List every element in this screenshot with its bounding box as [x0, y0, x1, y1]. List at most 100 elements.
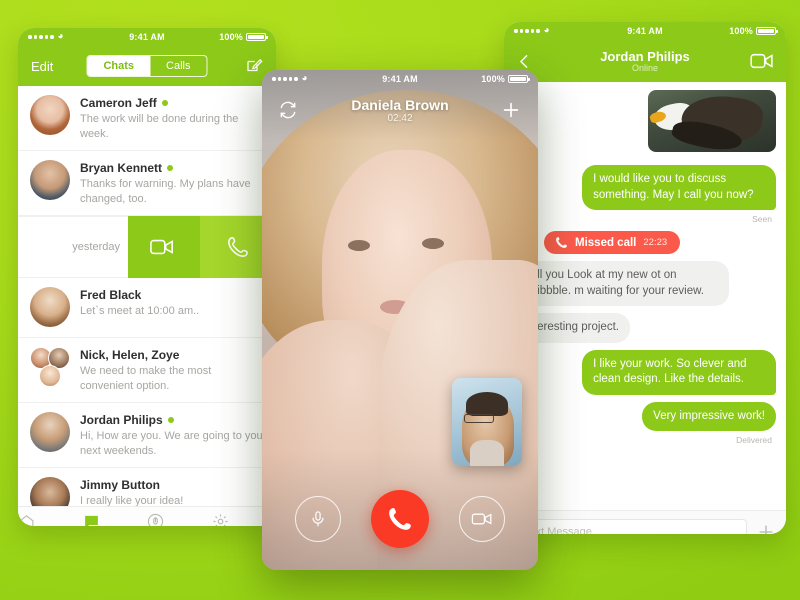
battery-area: 100% — [418, 74, 531, 84]
message-status: Seen — [752, 214, 772, 225]
center-status-bar: ◕ 9:41 AM 100% — [262, 70, 538, 88]
message-row[interactable]: Very impressive work! — [514, 401, 776, 432]
wifi-icon: ◕ — [543, 25, 550, 36]
signal-and-wifi: ◕ — [272, 74, 382, 84]
timestamp: yesterday — [72, 241, 120, 254]
list-item[interactable]: Jordan Philips Hi, How are you. We are g… — [18, 403, 276, 469]
call-nav-bar: Daniela Brown 02:42 — [262, 88, 538, 132]
left-nav-bar: Edit Chats Calls — [18, 46, 276, 86]
list-item[interactable]: Fred Black Let`s meet at 10:00 am.. — [18, 278, 276, 339]
self-video-thumbnail[interactable] — [452, 378, 522, 466]
center-phone-video-call: ◕ 9:41 AM 100% Daniela Brown 02:42 — [262, 70, 538, 570]
phone-icon — [556, 237, 567, 248]
missed-call-badge[interactable]: Missed call 22:23 — [544, 231, 681, 255]
message-bubble-outgoing[interactable]: I like your work. So clever and clean de… — [582, 349, 776, 395]
message-bubble-outgoing[interactable]: I would like you to discuss something. M… — [582, 165, 776, 211]
message-preview: The work will be done during the week. — [80, 113, 239, 140]
wifi-icon: ◕ — [57, 31, 64, 42]
mute-button[interactable] — [295, 496, 341, 542]
list-item[interactable]: Cameron Jeff The work will be done durin… — [18, 86, 276, 152]
bottom-tab-bar[interactable]: Feed Messages Contacts Settings — [18, 506, 276, 526]
list-item[interactable]: Jimmy Button I really like your idea! — [18, 468, 276, 506]
end-call-button[interactable] — [371, 490, 429, 548]
message-input-bar[interactable]: Text Message — [504, 510, 786, 534]
video-toggle-button[interactable] — [459, 496, 505, 542]
search-input[interactable]: Text Message — [514, 519, 747, 534]
sidebar-item-feed[interactable]: Feed — [18, 513, 83, 526]
signal-dots-icon — [28, 35, 54, 39]
message-row[interactable]: I would like you to discuss something. M… — [514, 165, 776, 211]
swipe-actions[interactable] — [124, 216, 276, 279]
battery-area: 100% — [663, 26, 779, 36]
message-bubble-outgoing[interactable]: Very impressive work! — [642, 401, 776, 432]
eagle-photo[interactable] — [648, 90, 776, 152]
avatar-group — [30, 347, 70, 388]
online-indicator — [161, 100, 168, 106]
sidebar-item-contacts[interactable]: Contacts — [147, 513, 212, 526]
battery-icon — [246, 32, 269, 42]
message-bubble-incoming[interactable]: call you Look at my new ot on Dribbble. … — [514, 261, 729, 307]
message-thread[interactable]: I would like you to discuss something. M… — [504, 82, 786, 510]
contact-name: Jimmy Button — [80, 478, 161, 493]
list-item-swiped[interactable]: ew yesterday — [18, 216, 276, 279]
chats-calls-segmented-control[interactable]: Chats Calls — [86, 55, 208, 77]
message-row[interactable] — [514, 90, 776, 158]
status-badge: Online — [631, 63, 658, 73]
battery-icon — [508, 74, 531, 84]
message-row[interactable]: I like your work. So clever and clean de… — [514, 349, 776, 395]
video-call-icon[interactable] — [124, 216, 200, 279]
battery-percent: 100% — [219, 32, 244, 42]
caller-name: Daniela Brown — [351, 96, 449, 113]
message-preview: Let`s meet at 10:00 am.. — [80, 305, 200, 318]
list-item[interactable]: Bryan Kennett Thanks for warning. My pla… — [18, 151, 276, 217]
call-timer: 02:42 — [387, 112, 413, 124]
sidebar-item-messages[interactable]: Messages — [83, 513, 148, 526]
left-phone-chat-list: ◕ 9:41 AM 100% Edit Chats Calls Cameron … — [18, 28, 276, 526]
call-title: Daniela Brown 02:42 — [262, 97, 538, 124]
tab-chats[interactable]: Chats — [87, 56, 151, 76]
message-row[interactable]: Missed call 22:23 — [514, 231, 776, 255]
message-row[interactable]: call you Look at my new ot on Dribbble. … — [514, 261, 776, 307]
avatar — [30, 95, 70, 135]
battery-percent: 100% — [481, 74, 506, 84]
status-time: 9:41 AM — [382, 74, 418, 84]
message-preview: ew — [18, 241, 64, 256]
signal-and-wifi: ◕ — [514, 26, 627, 36]
edit-button[interactable]: Edit — [31, 59, 53, 74]
tab-calls[interactable]: Calls — [150, 56, 206, 76]
compose-icon[interactable] — [245, 57, 263, 75]
battery-area: 100% — [165, 32, 269, 42]
signal-dots-icon — [514, 29, 540, 33]
contact-name: Jordan Philips — [600, 49, 690, 64]
message-preview: Thanks for warning. My plans have change… — [80, 178, 251, 205]
swipe-row-front[interactable]: ew yesterday — [18, 216, 128, 279]
missed-call-label: Missed call — [575, 236, 637, 249]
conversation-nav-bar: Jordan Philips Online — [504, 40, 786, 82]
signal-and-wifi: ◕ — [28, 32, 129, 42]
app-screenshot: ◕ 9:41 AM 100% Edit Chats Calls Cameron … — [0, 0, 800, 600]
avatar — [30, 160, 70, 201]
call-controls[interactable] — [262, 490, 538, 548]
message-preview: I really like your idea! — [80, 495, 184, 506]
signal-dots-icon — [272, 77, 298, 81]
phone-icon — [389, 508, 411, 530]
online-indicator — [167, 165, 174, 172]
online-indicator — [167, 417, 174, 424]
message-row[interactable]: interesting project. — [514, 313, 776, 343]
list-item[interactable]: Nick, Helen, Zoye We need to make the mo… — [18, 338, 276, 404]
plus-icon[interactable] — [756, 522, 776, 534]
contact-name: Cameron Jeff — [80, 96, 157, 110]
contact-name: Jordan Philips — [80, 413, 163, 428]
right-status-bar: ◕ 9:41 AM 100% — [504, 22, 786, 40]
status-time: 9:41 AM — [129, 32, 165, 42]
battery-icon — [756, 26, 779, 36]
message-preview: We need to make the most convenient opti… — [80, 365, 212, 392]
message-status: Delivered — [736, 435, 772, 446]
missed-call-time: 22:23 — [643, 237, 668, 249]
wifi-icon: ◕ — [301, 73, 308, 84]
left-status-bar: ◕ 9:41 AM 100% — [18, 28, 276, 46]
chat-list[interactable]: Cameron Jeff The work will be done durin… — [18, 86, 276, 506]
contact-name: Nick, Helen, Zoye — [80, 348, 180, 363]
avatar — [30, 287, 70, 328]
contact-name: Bryan Kennett — [80, 161, 163, 176]
